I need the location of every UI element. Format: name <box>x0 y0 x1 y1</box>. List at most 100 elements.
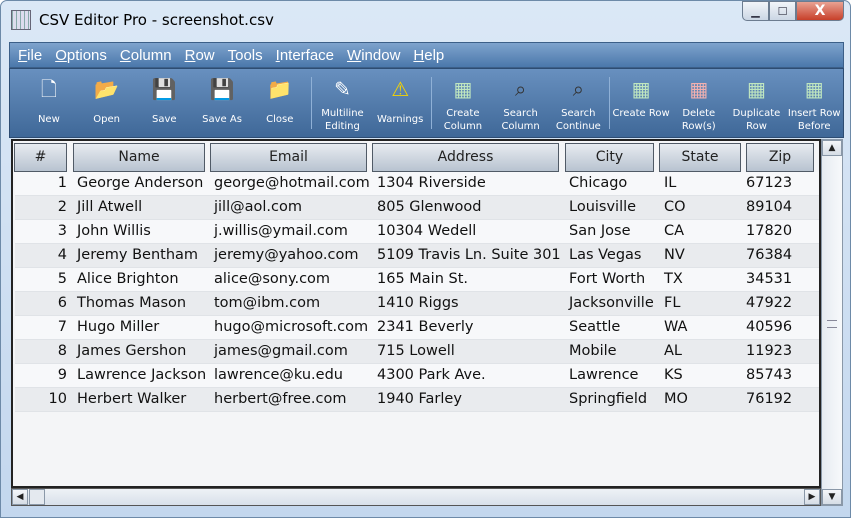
cell-index[interactable]: 10 <box>49 391 67 407</box>
table-row[interactable]: 3 John Willis j.willis@ymail.com 10304 Wede… <box>15 220 819 244</box>
toolbar-save-button[interactable]: 💾 Save <box>135 69 193 137</box>
cell-address[interactable]: 1410 Riggs <box>377 295 459 311</box>
column-header-name[interactable]: Name <box>73 143 205 172</box>
scroll-down-button[interactable]: ▼ <box>822 489 842 505</box>
cell-state[interactable]: IL <box>664 175 676 191</box>
cell-index[interactable]: 9 <box>58 367 67 383</box>
cell-index[interactable]: 2 <box>58 199 67 215</box>
column-header-address[interactable]: Address <box>372 143 559 172</box>
cell-city[interactable]: Lawrence <box>569 367 638 383</box>
toolbar-search-continue-button[interactable]: ⌕ Search Continue <box>549 69 607 137</box>
toolbar-open-button[interactable]: 📂 Open <box>78 69 136 137</box>
data-grid[interactable]: # Name Email Address City State Zip 1 George And… <box>11 139 821 488</box>
cell-email[interactable]: j.willis@ymail.com <box>214 223 348 239</box>
cell-zip[interactable]: 34531 <box>746 271 792 287</box>
table-row[interactable]: 5 Alice Brighton alice@sony.com 165 Main St… <box>15 268 819 292</box>
cell-email[interactable]: tom@ibm.com <box>214 295 320 311</box>
table-row[interactable]: 9 Lawrence Jackson lawrence@ku.edu 4300 Par… <box>15 364 819 388</box>
cell-city[interactable]: Jacksonville <box>569 295 654 311</box>
cell-state[interactable]: CO <box>664 199 686 215</box>
toolbar-warnings-button[interactable]: ⚠ Warnings <box>371 69 429 137</box>
cell-address[interactable]: 4300 Park Ave. <box>377 367 486 383</box>
menu-row[interactable]: Row <box>185 47 215 64</box>
menu-help[interactable]: Help <box>413 47 444 64</box>
column-header-city[interactable]: City <box>565 143 654 172</box>
cell-address[interactable]: 165 Main St. <box>377 271 468 287</box>
column-header-index[interactable]: # <box>14 143 67 172</box>
cell-state[interactable]: MO <box>664 391 688 407</box>
cell-address[interactable]: 1304 Riverside <box>377 175 486 191</box>
cell-name[interactable]: James Gershon <box>77 343 186 359</box>
cell-zip[interactable]: 47922 <box>746 295 792 311</box>
cell-email[interactable]: alice@sony.com <box>214 271 330 287</box>
column-header-zip[interactable]: Zip <box>746 143 814 172</box>
toolbar-close-button[interactable]: 📁 Close <box>251 69 309 137</box>
cell-city[interactable]: Springfield <box>569 391 647 407</box>
cell-state[interactable]: TX <box>664 271 683 287</box>
scroll-left-button[interactable]: ◀ <box>12 489 28 505</box>
cell-city[interactable]: Las Vegas <box>569 247 642 263</box>
cell-name[interactable]: John Willis <box>77 223 151 239</box>
cell-name[interactable]: Herbert Walker <box>77 391 186 407</box>
cell-address[interactable]: 805 Glenwood <box>377 199 481 215</box>
cell-address[interactable]: 715 Lowell <box>377 343 455 359</box>
table-row[interactable]: 10 Herbert Walker herbert@free.com 1940 Far… <box>15 388 819 412</box>
cell-city[interactable]: Fort Worth <box>569 271 645 287</box>
cell-index[interactable]: 7 <box>58 319 67 335</box>
cell-email[interactable]: james@gmail.com <box>214 343 348 359</box>
cell-email[interactable]: herbert@free.com <box>214 391 347 407</box>
toolbar-insert-row-before-button[interactable]: ▦ Insert Row Before <box>785 69 843 137</box>
cell-zip[interactable]: 85743 <box>746 367 792 383</box>
column-header-email[interactable]: Email <box>210 143 367 172</box>
cell-city[interactable]: Louisville <box>569 199 636 215</box>
cell-address[interactable]: 2341 Beverly <box>377 319 473 335</box>
cell-city[interactable]: Chicago <box>569 175 627 191</box>
cell-email[interactable]: jill@aol.com <box>214 199 302 215</box>
cell-index[interactable]: 3 <box>58 223 67 239</box>
cell-name[interactable]: George Anderson <box>77 175 203 191</box>
table-row[interactable]: 1 George Anderson george@hotmail.com 1304 R… <box>15 172 819 196</box>
cell-zip[interactable]: 67123 <box>746 175 792 191</box>
maximize-button[interactable]: ☐ <box>769 1 796 21</box>
menu-interface[interactable]: Interface <box>276 47 334 64</box>
cell-zip[interactable]: 76192 <box>746 391 792 407</box>
cell-state[interactable]: AL <box>664 343 682 359</box>
table-row[interactable]: 2 Jill Atwell jill@aol.com 805 Glenwood Loui… <box>15 196 819 220</box>
cell-state[interactable]: FL <box>664 295 680 311</box>
menu-tools[interactable]: Tools <box>228 47 263 64</box>
toolbar-delete-row-s-button[interactable]: ▦ Delete Row(s) <box>670 69 728 137</box>
menu-file[interactable]: File <box>18 47 42 64</box>
cell-state[interactable]: WA <box>664 319 687 335</box>
menu-column[interactable]: Column <box>120 47 172 64</box>
cell-email[interactable]: hugo@microsoft.com <box>214 319 368 335</box>
toolbar-duplicate-row-button[interactable]: ▦ Duplicate Row <box>728 69 786 137</box>
cell-state[interactable]: NV <box>664 247 685 263</box>
cell-email[interactable]: lawrence@ku.edu <box>214 367 343 383</box>
close-button[interactable]: X <box>796 1 844 21</box>
cell-state[interactable]: CA <box>664 223 684 239</box>
cell-zip[interactable]: 11923 <box>746 343 792 359</box>
cell-index[interactable]: 8 <box>58 343 67 359</box>
minimize-button[interactable]: ▁ <box>742 1 769 21</box>
toolbar-create-row-button[interactable]: ▦ Create Row <box>612 69 670 137</box>
cell-zip[interactable]: 40596 <box>746 319 792 335</box>
cell-name[interactable]: Jill Atwell <box>77 199 142 215</box>
column-header-state[interactable]: State <box>659 143 741 172</box>
toolbar-new-button[interactable]: 🗋 New <box>20 69 78 137</box>
cell-index[interactable]: 1 <box>58 175 67 191</box>
table-row[interactable]: 7 Hugo Miller hugo@microsoft.com 2341 Bever… <box>15 316 819 340</box>
horizontal-scrollbar[interactable]: ◀ ▶ <box>11 488 821 506</box>
scroll-up-button[interactable]: ▲ <box>822 140 842 156</box>
cell-name[interactable]: Jeremy Bentham <box>77 247 198 263</box>
table-row[interactable]: 8 James Gershon james@gmail.com 715 Lowell M… <box>15 340 819 364</box>
cell-city[interactable]: Mobile <box>569 343 617 359</box>
table-row[interactable]: 4 Jeremy Bentham jeremy@yahoo.com 5109 Trav… <box>15 244 819 268</box>
cell-state[interactable]: KS <box>664 367 683 383</box>
toolbar-create-column-button[interactable]: ▦ Create Column <box>434 69 492 137</box>
cell-zip[interactable]: 76384 <box>746 247 792 263</box>
cell-name[interactable]: Alice Brighton <box>77 271 179 287</box>
cell-address[interactable]: 10304 Wedell <box>377 223 476 239</box>
cell-index[interactable]: 5 <box>58 271 67 287</box>
cell-name[interactable]: Thomas Mason <box>77 295 186 311</box>
cell-index[interactable]: 6 <box>58 295 67 311</box>
